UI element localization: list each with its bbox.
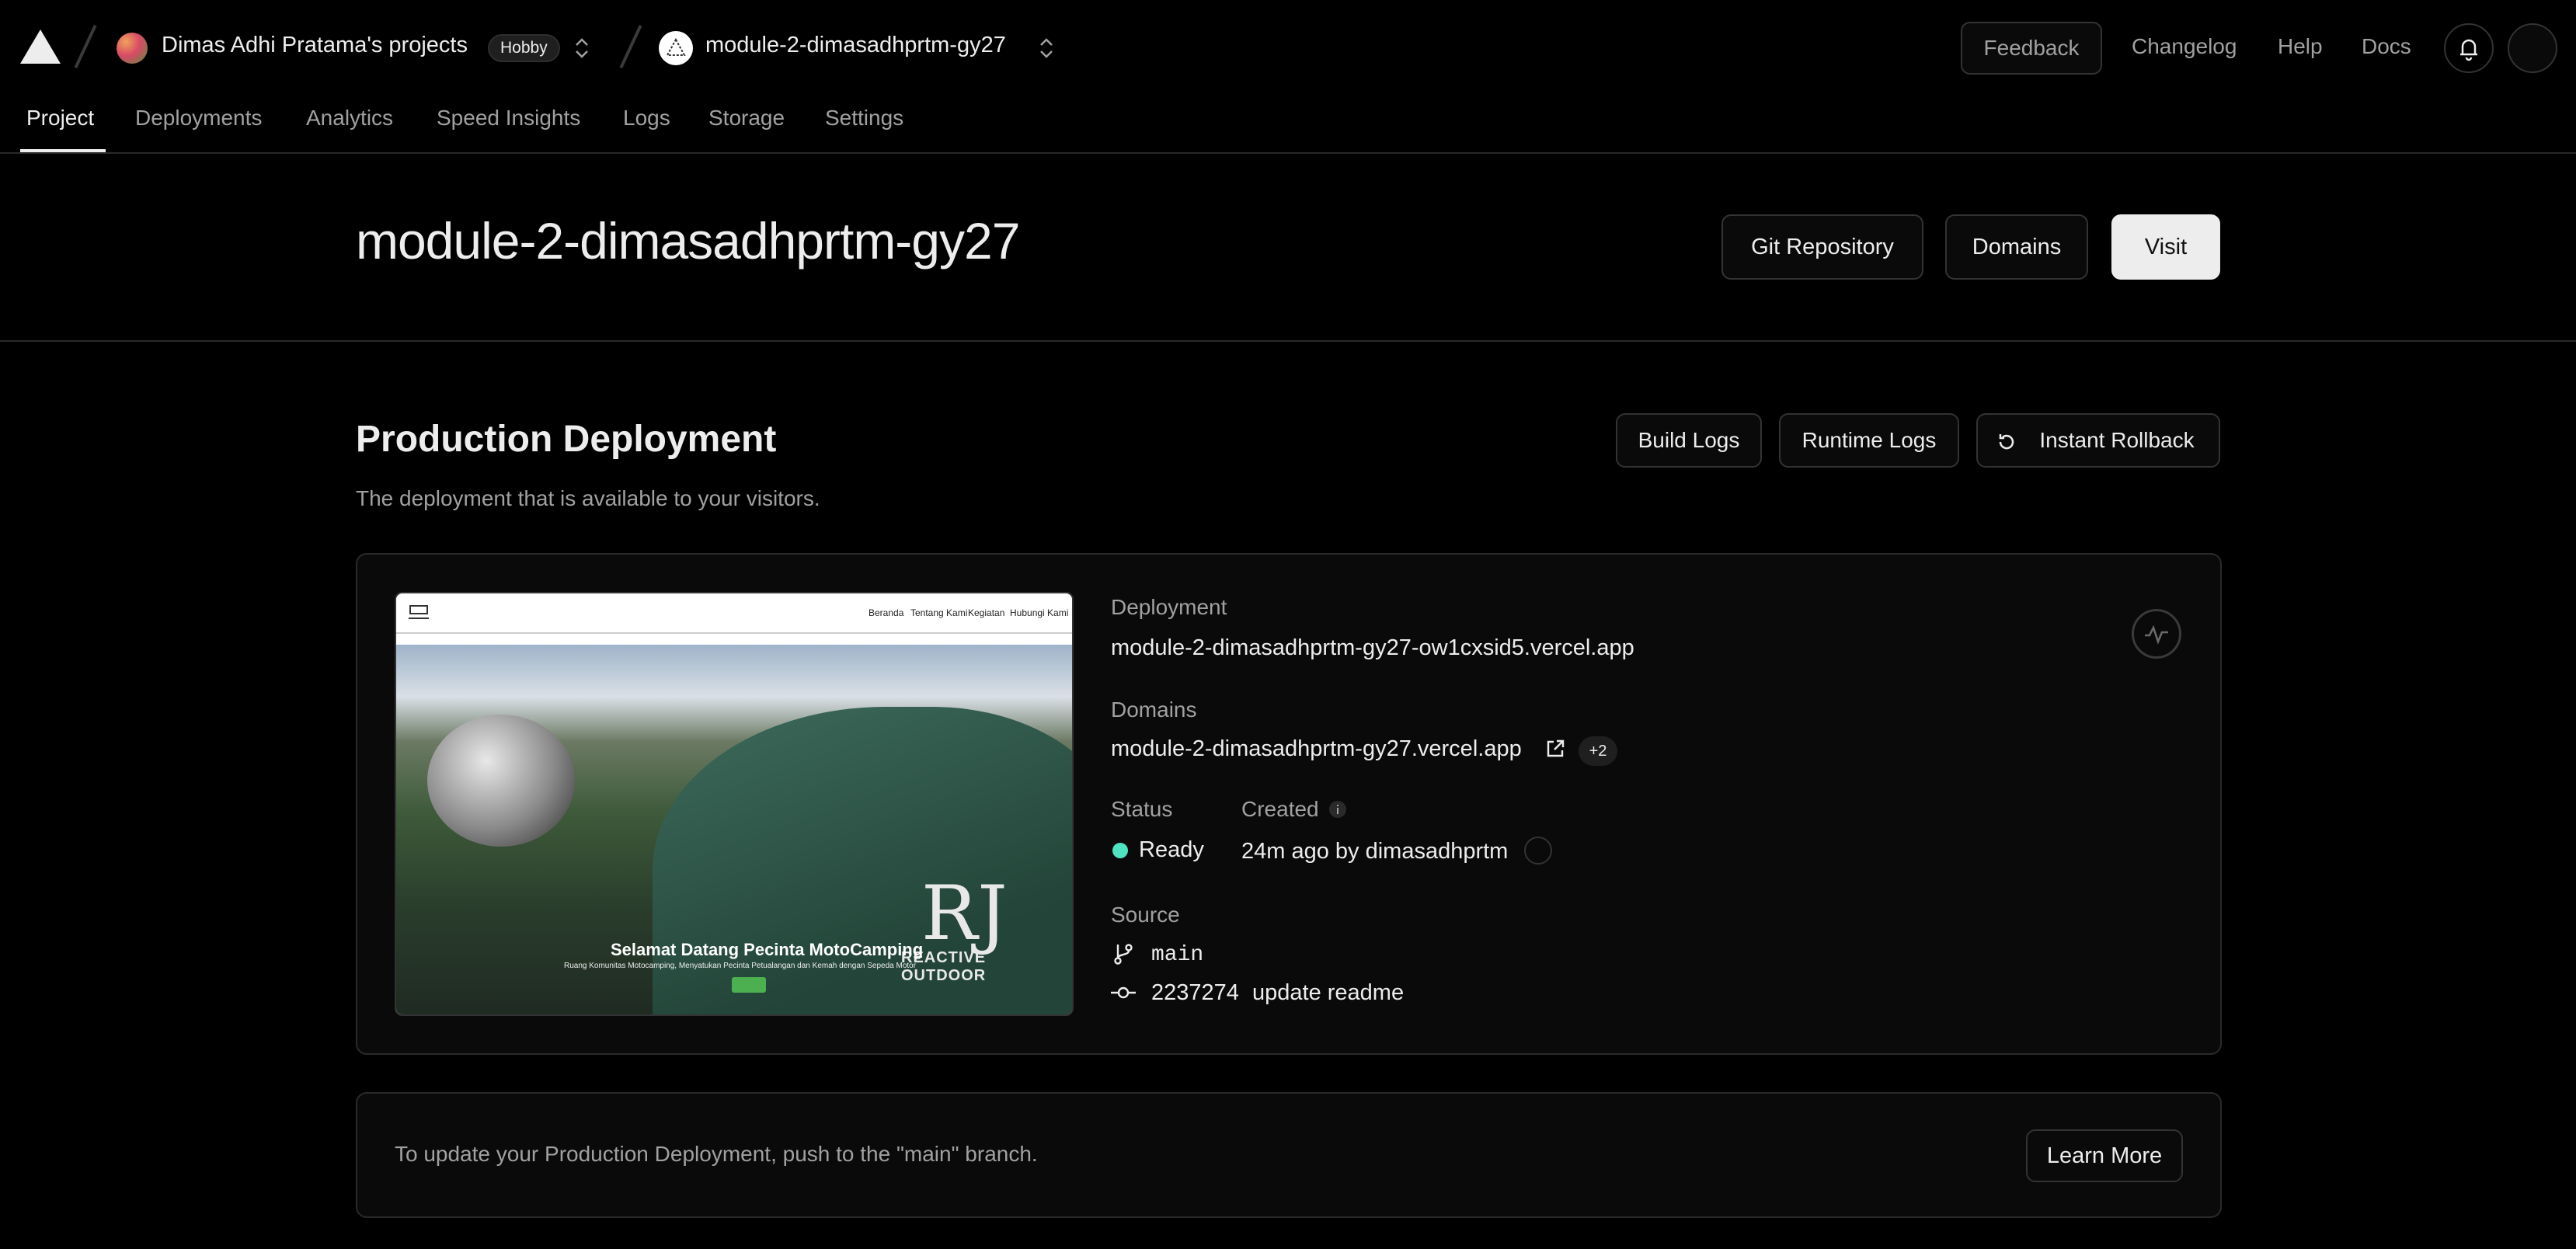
preview-headline: Selamat Datang Pecinta MotoCamping — [611, 940, 924, 959]
team-switcher-chevron-icon[interactable] — [572, 36, 592, 61]
build-logs-button[interactable]: Build Logs — [1616, 413, 1762, 468]
preview-hero-image: RJ REACTIVE OUTDOOR Selamat Datang Pecin… — [396, 645, 1072, 1014]
active-tab-indicator — [20, 149, 106, 152]
bell-icon — [2460, 39, 2477, 61]
git-commit-icon — [1111, 986, 1136, 999]
git-branch-icon — [1114, 944, 1133, 965]
deployment-url[interactable]: module-2-dimasadhprtm-gy27-ow1cxsid5.ver… — [1111, 635, 1634, 661]
preview-navbar: Beranda Tentang Kami Kegiatan Hubungi Ka… — [396, 593, 1072, 634]
commit-message: update readme — [1252, 980, 1405, 1005]
preview-nav-item: Hubungi Kami — [1010, 607, 1069, 618]
project-switcher-chevron-icon[interactable] — [1036, 36, 1057, 61]
help-link[interactable]: Help — [2278, 34, 2323, 59]
instant-rollback-label: Instant Rollback — [2039, 428, 2195, 452]
breadcrumb-separator — [619, 24, 642, 69]
project-tabs: Project Deployments Analytics Speed Insi… — [0, 96, 2576, 154]
user-avatar[interactable] — [2508, 23, 2557, 73]
instant-rollback-button[interactable]: Instant Rollback — [1976, 413, 2220, 468]
source-label: Source — [1111, 903, 1180, 927]
domains-label: Domains — [1111, 698, 1197, 722]
external-link-icon[interactable] — [1544, 738, 1566, 760]
more-domains-badge[interactable]: +2 — [1579, 736, 1617, 766]
deployment-label: Deployment — [1111, 595, 1227, 619]
preview-tagline: Ruang Komunitas Motocamping, Menyatukan … — [564, 962, 917, 970]
commit-hash[interactable]: 2237274 — [1151, 980, 1239, 1006]
learn-more-button[interactable]: Learn More — [2026, 1129, 2183, 1182]
breadcrumb-separator — [74, 24, 97, 69]
activity-icon — [2145, 624, 2168, 645]
preview-nav-item: Kegiatan — [968, 607, 1005, 618]
tab-logs[interactable]: Logs — [623, 106, 670, 130]
created-label: Created — [1241, 797, 1319, 821]
preview-logo-icon — [409, 605, 429, 619]
observability-button[interactable] — [2132, 609, 2181, 659]
preview-brand: REACTIVE OUTDOOR — [901, 949, 987, 984]
tab-analytics[interactable]: Analytics — [306, 106, 393, 130]
top-bar: Dimas Adhi Pratama's projects Hobby modu… — [0, 0, 2576, 96]
page-title: module-2-dimasadhprtm-gy27 — [356, 212, 1020, 270]
project-name[interactable]: module-2-dimasadhprtm-gy27 — [705, 33, 1006, 58]
preview-nav-item: Beranda — [869, 607, 904, 618]
domains-button[interactable]: Domains — [1945, 214, 2088, 280]
vercel-logo-icon[interactable] — [20, 30, 61, 64]
update-notice-text: To update your Production Deployment, pu… — [395, 1142, 1038, 1166]
helmet-graphic — [427, 715, 575, 847]
status-dot — [1112, 843, 1128, 858]
tab-project[interactable]: Project — [26, 106, 94, 130]
rollback-icon — [1999, 434, 2014, 450]
preview-nav-item: Tentang Kami — [910, 607, 968, 618]
plan-badge: Hobby — [488, 34, 560, 62]
status-value: Ready — [1139, 837, 1204, 862]
brand-monogram: RJ — [921, 870, 1008, 957]
domain-link[interactable]: module-2-dimasadhprtm-gy27.vercel.app — [1111, 736, 1522, 762]
visit-button[interactable]: Visit — [2111, 214, 2220, 280]
tab-deployments[interactable]: Deployments — [135, 106, 262, 130]
team-avatar[interactable] — [117, 33, 148, 64]
project-avatar[interactable] — [659, 31, 693, 65]
tab-settings[interactable]: Settings — [825, 106, 903, 130]
status-label: Status — [1111, 797, 1173, 821]
team-name[interactable]: Dimas Adhi Pratama's projects — [162, 33, 468, 58]
branch-name[interactable]: main — [1151, 943, 1203, 967]
production-subtitle: The deployment that is available to your… — [356, 486, 820, 510]
author-avatar[interactable] — [1524, 837, 1552, 865]
notifications-button[interactable] — [2444, 23, 2494, 73]
changelog-link[interactable]: Changelog — [2132, 34, 2237, 59]
triangle-icon — [666, 37, 686, 56]
deployment-preview[interactable]: Beranda Tentang Kami Kegiatan Hubungi Ka… — [395, 592, 1074, 1016]
tab-speed-insights[interactable]: Speed Insights — [437, 106, 580, 130]
created-value: 24m ago by dimasadhprtm — [1241, 839, 1509, 864]
runtime-logs-button[interactable]: Runtime Logs — [1779, 413, 1959, 468]
tab-storage[interactable]: Storage — [708, 106, 785, 130]
section-divider — [0, 340, 2576, 342]
preview-cta — [732, 977, 766, 993]
info-icon[interactable] — [1328, 800, 1347, 819]
docs-link[interactable]: Docs — [2362, 34, 2411, 59]
feedback-button[interactable]: Feedback — [1961, 22, 2102, 75]
production-title: Production Deployment — [356, 419, 777, 460]
git-repository-button[interactable]: Git Repository — [1721, 214, 1923, 280]
